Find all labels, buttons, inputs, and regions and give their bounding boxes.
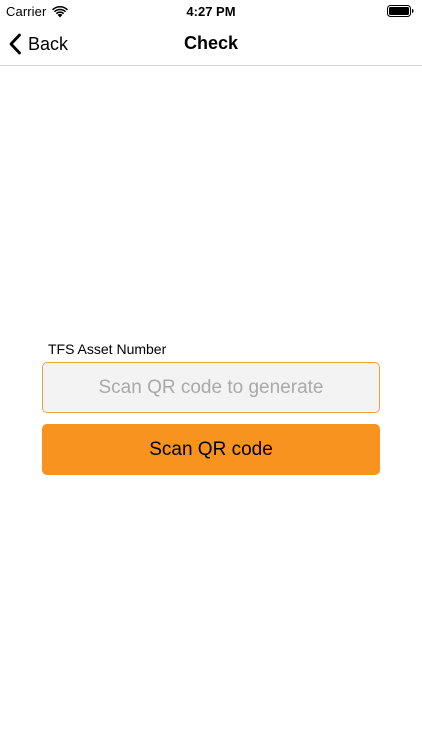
page-title: Check [183,33,239,53]
check-screen: Carrier 4:27 PM Back Check TFS Asset Num… [0,0,422,750]
status-time: 4:27 PM [186,4,236,19]
navigation-bar: Back Check [0,22,422,66]
status-bar: Carrier 4:27 PM [0,0,422,22]
battery-icon [387,5,414,17]
scan-qr-code-button[interactable]: Scan QR code [42,424,380,475]
asset-number-label: TFS Asset Number [48,341,167,357]
asset-number-input[interactable] [42,362,380,413]
